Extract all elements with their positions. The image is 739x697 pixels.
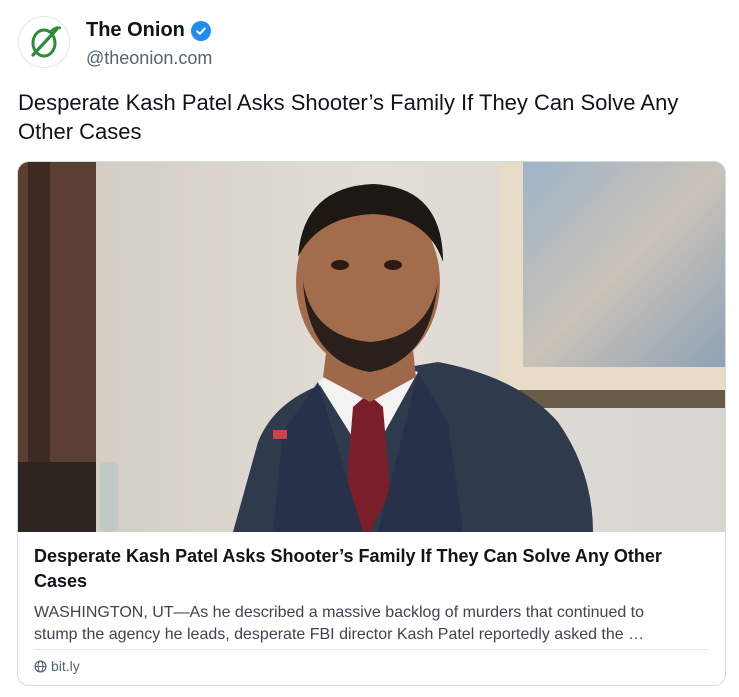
verified-check-icon bbox=[190, 20, 211, 41]
article-photo[interactable] bbox=[18, 162, 726, 532]
link-card-description: WASHINGTON, UT—As he described a massive… bbox=[34, 602, 710, 646]
post: The Onion @theonion.com Desperate Kash P… bbox=[0, 0, 739, 697]
author-name-row: The Onion bbox=[86, 19, 211, 42]
link-card-divider bbox=[34, 649, 709, 650]
link-card-body: Desperate Kash Patel Asks Shooter’s Fami… bbox=[34, 544, 710, 646]
link-card-domain-text: bit.ly bbox=[51, 658, 80, 674]
link-card-title[interactable]: Desperate Kash Patel Asks Shooter’s Fami… bbox=[34, 544, 710, 594]
author-handle[interactable]: @theonion.com bbox=[86, 48, 212, 69]
onion-logo-icon bbox=[31, 26, 62, 58]
avatar[interactable] bbox=[18, 16, 70, 68]
link-card-description-line: stump the agency he leads, desperate FBI… bbox=[34, 626, 645, 643]
author-display-name[interactable]: The Onion bbox=[86, 19, 185, 42]
link-card[interactable]: Desperate Kash Patel Asks Shooter’s Fami… bbox=[17, 161, 726, 686]
globe-icon bbox=[34, 660, 47, 672]
link-card-description-line: WASHINGTON, UT—As he described a massive… bbox=[34, 604, 645, 621]
post-text: Desperate Kash Patel Asks Shooter’s Fami… bbox=[18, 90, 679, 144]
link-card-domain[interactable]: bit.ly bbox=[34, 658, 80, 674]
